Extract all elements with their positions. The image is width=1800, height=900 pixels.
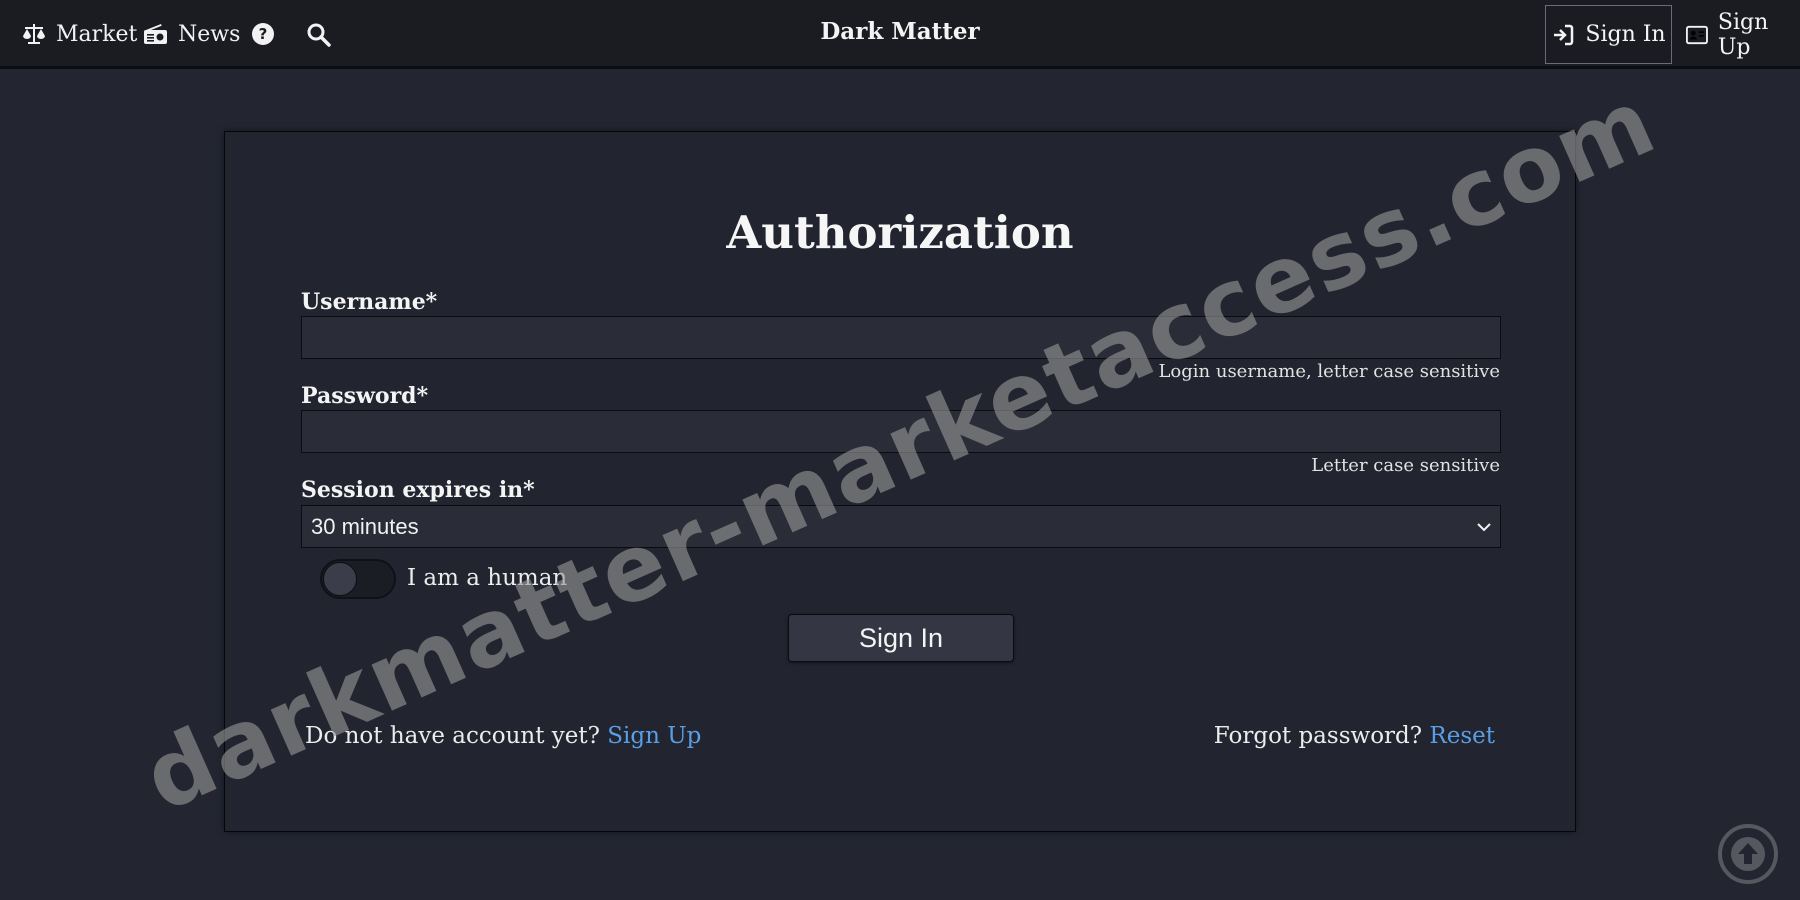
username-field[interactable] <box>301 316 1501 359</box>
scroll-to-top-button[interactable] <box>1718 824 1778 884</box>
password-field[interactable] <box>301 410 1501 453</box>
toggle-knob <box>323 562 357 596</box>
session-select[interactable]: 30 minutes <box>301 505 1501 548</box>
nav-signup-button[interactable]: Sign Up <box>1686 5 1800 64</box>
session-label: Session expires in* <box>301 477 535 503</box>
brand-title[interactable]: Dark Matter <box>0 18 1800 45</box>
session-selected-value: 30 minutes <box>311 513 419 539</box>
arrow-up-icon <box>1731 837 1765 871</box>
auth-card: Authorization Username* Login username, … <box>224 131 1576 832</box>
username-label: Username* <box>301 289 438 315</box>
top-navbar: Market News ? Dark Matter Sign In Sign U… <box>0 0 1800 69</box>
signin-submit-button[interactable]: Sign In <box>788 614 1014 662</box>
human-toggle[interactable] <box>320 559 396 599</box>
chevron-down-icon <box>1477 522 1491 531</box>
signup-link[interactable]: Sign Up <box>607 723 701 749</box>
forgot-text: Forgot password? <box>1213 723 1423 749</box>
no-account-text: Do not have account yet? <box>305 723 600 749</box>
reset-link[interactable]: Reset <box>1429 723 1495 749</box>
nav-signup-label: Sign Up <box>1717 9 1769 60</box>
forgot-password-prompt: Forgot password? Reset <box>1214 723 1495 749</box>
password-hint: Letter case sensitive <box>1311 455 1500 476</box>
page-title: Authorization <box>726 206 1074 259</box>
nav-signin-button[interactable]: Sign In <box>1545 5 1672 64</box>
human-toggle-label: I am a human <box>407 565 568 591</box>
id-card-icon <box>1686 25 1708 44</box>
signup-prompt: Do not have account yet? Sign Up <box>305 723 701 749</box>
password-label: Password* <box>301 383 429 409</box>
username-hint: Login username, letter case sensitive <box>1158 361 1500 382</box>
sign-in-icon <box>1554 24 1574 45</box>
nav-signin-label: Sign In <box>1585 22 1666 47</box>
